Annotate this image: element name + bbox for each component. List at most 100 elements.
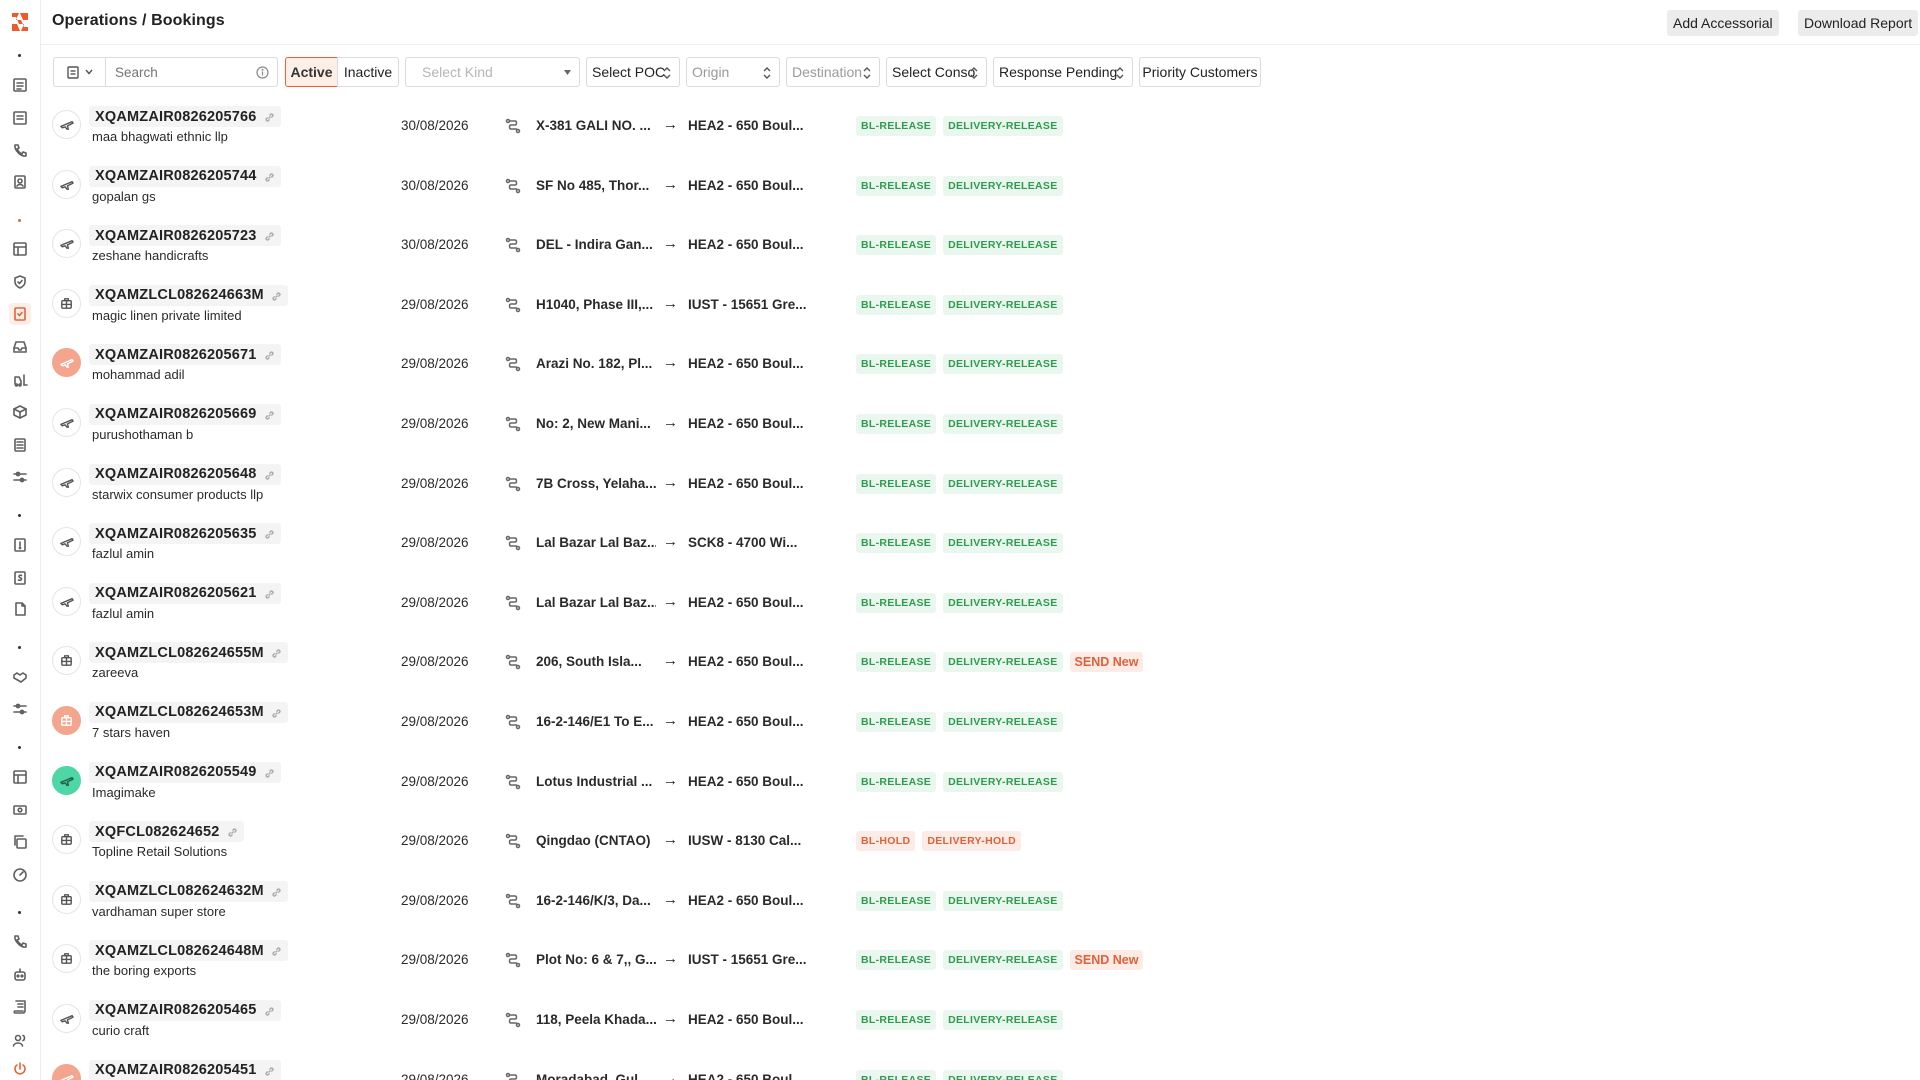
origin-dropdown[interactable]: Origin	[686, 57, 780, 87]
response-pending-dropdown[interactable]: Response Pending	[993, 57, 1133, 87]
booking-id-chip[interactable]: XQAMZLCL082624663M	[89, 284, 288, 306]
link-icon[interactable]	[264, 469, 275, 480]
booking-row[interactable]: XQAMZAIR0826205671 mohammad adil 29/08/2…	[41, 338, 1920, 398]
sidebar-item-invoice[interactable]	[9, 534, 31, 556]
booking-row[interactable]: XQAMZAIR0826205635 fazlul amin 29/08/202…	[41, 517, 1920, 577]
sidebar-item-phone[interactable]	[9, 140, 31, 162]
sidebar-item-document[interactable]	[9, 107, 31, 129]
sidebar-item-inbox[interactable]	[9, 336, 31, 358]
sidebar-item-users[interactable]	[9, 1029, 31, 1051]
active-toggle[interactable]: Active	[285, 57, 338, 87]
link-icon[interactable]	[264, 588, 275, 599]
booking-id-chip[interactable]: XQAMZAIR0826205621	[89, 582, 281, 604]
booking-row[interactable]: XQAMZAIR0826205669 purushothaman b 29/08…	[41, 398, 1920, 458]
sidebar-item-dashboard[interactable]	[9, 864, 31, 886]
booking-id-chip[interactable]: XQAMZAIR0826205451	[89, 1059, 281, 1080]
sidebar-item-layout[interactable]	[9, 766, 31, 788]
booking-id-chip[interactable]: XQAMZAIR0826205465	[89, 999, 281, 1021]
booking-row[interactable]: XQAMZLCL082624632M vardhaman super store…	[41, 875, 1920, 935]
booking-row[interactable]: XQAMZLCL082624663M magic linen private l…	[41, 279, 1920, 339]
add-accessorial-button[interactable]: Add Accessorial	[1667, 10, 1779, 36]
inactive-toggle[interactable]: Inactive	[337, 57, 399, 87]
booking-row[interactable]: XQFCL082624652 Topline Retail Solutions …	[41, 815, 1920, 875]
sidebar-item-copy[interactable]	[9, 831, 31, 853]
select-kind-dropdown[interactable]: Select Kind	[405, 57, 580, 87]
sidebar-item-shield[interactable]	[9, 271, 31, 293]
booking-row[interactable]: XQAMZAIR0826205465 curio craft 29/08/202…	[41, 994, 1920, 1054]
handshake-icon	[13, 672, 27, 683]
link-icon[interactable]	[271, 945, 282, 956]
sidebar-item-forklift[interactable]	[9, 369, 31, 391]
search-input[interactable]	[115, 64, 245, 80]
booking-id-chip[interactable]: XQAMZAIR0826205744	[89, 165, 281, 187]
booking-id-chip[interactable]: XQAMZLCL082624653M	[89, 701, 288, 723]
priority-customers-button[interactable]: Priority Customers	[1139, 57, 1261, 87]
booking-date: 29/08/2026	[401, 773, 469, 789]
send-new-badge[interactable]: SEND New	[1069, 950, 1144, 971]
sidebar-item-billing[interactable]	[9, 567, 31, 589]
booking-id-chip[interactable]: XQAMZLCL082624632M	[89, 880, 288, 902]
booking-id-chip[interactable]: XQFCL082624652	[89, 821, 244, 843]
sidebar-item-filters[interactable]	[9, 698, 31, 720]
origin-address: No: 2, New Mani...	[536, 415, 651, 431]
sidebar-item-list[interactable]	[9, 74, 31, 96]
link-icon[interactable]	[271, 647, 282, 659]
link-icon[interactable]	[264, 230, 275, 241]
link-icon[interactable]	[264, 528, 275, 539]
link-icon[interactable]	[264, 1065, 275, 1076]
booking-row[interactable]: XQAMZLCL082624655M zareeva 29/08/2026 20…	[41, 636, 1920, 696]
link-icon[interactable]	[227, 826, 238, 837]
booking-id-chip[interactable]: XQAMZAIR0826205723	[89, 225, 281, 247]
booking-row[interactable]: XQAMZLCL082624653M 7 stars haven 29/08/2…	[41, 696, 1920, 756]
booking-row[interactable]: XQAMZAIR0826205648 starwix consumer prod…	[41, 458, 1920, 518]
select-poc-dropdown[interactable]: Select POC	[586, 57, 680, 87]
link-icon[interactable]	[271, 707, 282, 718]
booking-id-chip[interactable]: XQAMZAIR0826205648	[89, 463, 281, 485]
booking-row[interactable]: XQAMZLCL082624648M the boring exports 29…	[41, 934, 1920, 994]
link-icon[interactable]	[271, 290, 282, 301]
booking-id-chip[interactable]: XQAMZLCL082624648M	[89, 940, 288, 962]
sidebar-item-bot[interactable]	[9, 964, 31, 986]
booking-row[interactable]: XQAMZAIR0826205766 maa bhagwati ethnic l…	[41, 100, 1920, 160]
link-icon[interactable]	[264, 409, 275, 420]
destination-address: HEA2 - 650 Boul...	[688, 773, 804, 789]
booking-id-chip[interactable]: XQAMZAIR0826205635	[89, 523, 281, 545]
sidebar-item-settings[interactable]	[9, 466, 31, 488]
sidebar-item-files[interactable]	[9, 598, 31, 620]
download-report-button[interactable]: Download Report	[1798, 10, 1919, 36]
booking-id-chip[interactable]: XQAMZAIR0826205671	[89, 344, 281, 366]
sidebar-item-cash[interactable]	[9, 799, 31, 821]
sidebar-item-table[interactable]	[9, 238, 31, 260]
booking-row[interactable]: XQAMZAIR0826205621 fazlul amin 29/08/202…	[41, 577, 1920, 637]
booking-id: XQAMZAIR0826205549	[95, 764, 257, 781]
info-icon[interactable]	[256, 66, 269, 79]
send-new-badge[interactable]: SEND New	[1069, 652, 1144, 673]
booking-row[interactable]: XQAMZAIR0826205549 Imagimake 29/08/2026 …	[41, 756, 1920, 816]
booking-id-chip[interactable]: XQAMZAIR0826205549	[89, 761, 281, 783]
destination-dropdown[interactable]: Destination	[786, 57, 880, 87]
search-scope-dropdown[interactable]	[54, 58, 106, 86]
logo-icon[interactable]	[8, 10, 32, 34]
sidebar-item-contacts[interactable]	[9, 171, 31, 193]
link-icon[interactable]	[264, 349, 275, 361]
link-icon[interactable]	[264, 171, 275, 182]
customer-name: mohammad adil	[92, 367, 185, 383]
link-icon[interactable]	[264, 767, 275, 778]
sidebar-item-scroll[interactable]	[9, 996, 31, 1018]
link-icon[interactable]	[264, 111, 275, 122]
booking-row[interactable]: XQAMZAIR0826205451 29/08/2026 Moradabad,…	[41, 1054, 1920, 1080]
sidebar-item-bookings[interactable]	[9, 303, 31, 325]
sidebar-item-logout[interactable]	[9, 1058, 31, 1080]
sidebar-item-notes[interactable]	[9, 434, 31, 456]
link-icon[interactable]	[271, 886, 282, 897]
sidebar-item-handshake[interactable]	[9, 666, 31, 688]
sidebar-item-calls[interactable]	[9, 931, 31, 953]
booking-id-chip[interactable]: XQAMZLCL082624655M	[89, 642, 288, 664]
link-icon[interactable]	[264, 1005, 275, 1016]
select-conso-dropdown[interactable]: Select Conso	[886, 57, 987, 87]
booking-id-chip[interactable]: XQAMZAIR0826205669	[89, 403, 281, 425]
booking-row[interactable]: XQAMZAIR0826205723 zeshane handicrafts 3…	[41, 219, 1920, 279]
sidebar-item-package[interactable]	[9, 401, 31, 423]
booking-row[interactable]: XQAMZAIR0826205744 gopalan gs 30/08/2026…	[41, 160, 1920, 220]
booking-id-chip[interactable]: XQAMZAIR0826205766	[89, 106, 281, 127]
